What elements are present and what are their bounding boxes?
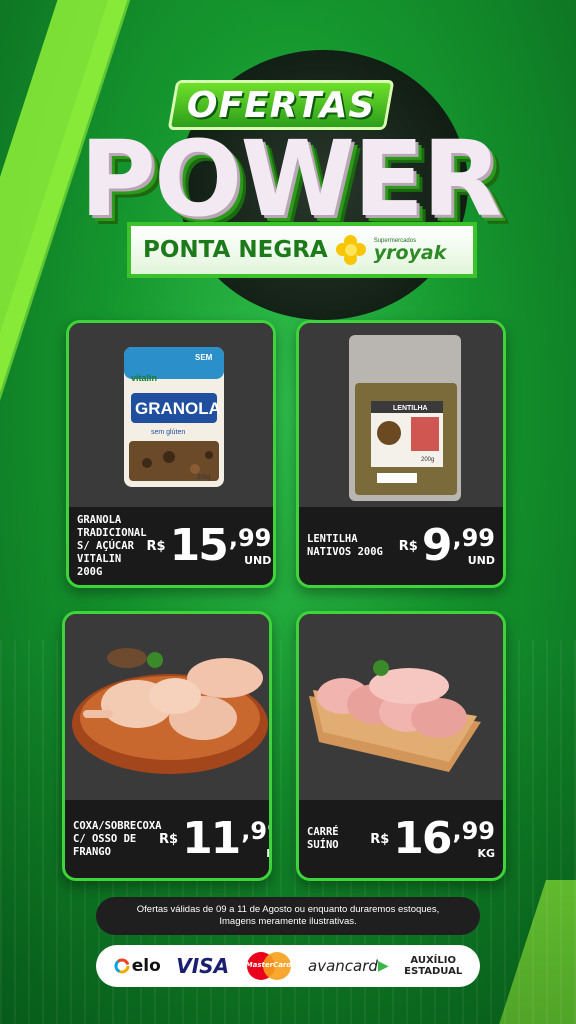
- product-footer: LENTILHA NATIVOS 200G R$ 9 ,99 UND: [299, 507, 503, 585]
- mastercard-logo: MasterCard: [245, 952, 293, 980]
- disclaimer: Ofertas válidas de 09 a 11 de Agosto ou …: [96, 897, 480, 935]
- product-footer: COXA/SOBRECOXA C/ OSSO DE FRANGO R$ 11 ,…: [65, 800, 269, 878]
- price-unit: KG: [266, 847, 269, 860]
- flower-logo-icon: [335, 235, 366, 265]
- product-card-carre[interactable]: CARRÉ SUÍNO R$ 16 ,99 KG: [296, 611, 506, 881]
- avancard-label: avancard: [308, 957, 378, 975]
- brand-name: yroyak: [373, 241, 447, 264]
- price-integer: 9: [421, 520, 453, 571]
- product-footer: CARRÉ SUÍNO R$ 16 ,99 KG: [299, 800, 503, 878]
- price-decimal: ,99: [228, 523, 272, 552]
- product-price: R$ 11 ,99 KG: [159, 813, 269, 864]
- avancard-logo: avancard ▶: [308, 957, 389, 975]
- price-integer: 11: [182, 813, 241, 864]
- product-card-lentilha[interactable]: LENTILHA 200g LENTILHA NATIVOS 200G R$ 9…: [296, 320, 506, 588]
- mastercard-label: MasterCard: [245, 961, 292, 969]
- product-card-granola[interactable]: vitalin SEM GRANOLA TRADICIONAL sem glút…: [66, 320, 276, 588]
- product-price: R$ 16 ,99 KG: [370, 817, 495, 861]
- visa-logo: VISA: [176, 954, 230, 978]
- header: OFERTAS POWER PONTA NEGRA Supermercados …: [0, 0, 576, 320]
- product-name: COXA/SOBRECOXA C/ OSSO DE FRANGO: [73, 819, 162, 858]
- package-title: GRANOLA: [135, 399, 221, 418]
- price-currency: R$: [146, 538, 166, 554]
- disclaimer-line-1: Ofertas válidas de 09 a 11 de Agosto ou …: [136, 904, 440, 915]
- package-brand: vitalin: [131, 373, 158, 383]
- product-name: GRANOLA TRADICIONAL S/ AÇÚCAR VITALIN 20…: [77, 513, 147, 578]
- price-decimal: ,99: [452, 816, 495, 845]
- location-bar: PONTA NEGRA Supermercados yroyak: [127, 222, 477, 278]
- estadual-label: ESTADUAL: [404, 966, 463, 977]
- price-integer: 16: [393, 813, 452, 864]
- elo-icon: [114, 958, 130, 974]
- package-title: LENTILHA: [393, 405, 428, 412]
- auxilio-label: AUXÍLIO: [410, 955, 456, 966]
- price-unit: UND: [467, 553, 495, 567]
- product-image: [65, 614, 269, 806]
- price-unit: UND: [244, 553, 272, 567]
- product-name: CARRÉ SUÍNO: [307, 826, 339, 851]
- elo-label: elo: [131, 956, 161, 976]
- payment-methods: elo VISA MasterCard avancard ▶ AUXÍLIO E…: [96, 945, 480, 987]
- product-image: vitalin SEM GRANOLA TRADICIONAL sem glút…: [69, 323, 273, 513]
- avancard-arrow-icon: ▶: [377, 958, 389, 974]
- product-footer: GRANOLA TRADICIONAL S/ AÇÚCAR VITALIN 20…: [69, 507, 273, 585]
- package-subtitle: TRADICIONAL: [151, 419, 192, 425]
- price-decimal: ,99: [452, 523, 495, 552]
- price-unit: KG: [477, 846, 495, 860]
- package-weight: 200g: [421, 457, 435, 463]
- package-badge: SEM: [195, 353, 213, 362]
- price-currency: R$: [370, 831, 390, 847]
- package-weight: 200g: [197, 475, 211, 481]
- product-card-frango[interactable]: COXA/SOBRECOXA C/ OSSO DE FRANGO R$ 11 ,…: [62, 611, 272, 881]
- brand-logo: Supermercados yroyak: [374, 238, 447, 263]
- product-price: R$ 15 ,99 UND: [147, 524, 272, 568]
- elo-logo: elo: [114, 956, 161, 976]
- disclaimer-line-2: Imagens meramente ilustrativas.: [219, 916, 357, 927]
- product-image: LENTILHA 200g: [299, 323, 503, 513]
- price-currency: R$: [159, 831, 179, 847]
- price-integer: 15: [169, 520, 229, 571]
- location-label: PONTA NEGRA: [143, 237, 328, 263]
- product-name: LENTILHA NATIVOS 200G: [307, 533, 383, 558]
- price-currency: R$: [398, 538, 418, 554]
- price-decimal: ,99: [241, 816, 269, 845]
- package-tag: sem glúten: [151, 429, 186, 436]
- product-price: R$ 9 ,99 UND: [393, 524, 495, 568]
- product-image: [299, 614, 503, 806]
- auxilio-estadual-logo: AUXÍLIO ESTADUAL: [404, 955, 462, 977]
